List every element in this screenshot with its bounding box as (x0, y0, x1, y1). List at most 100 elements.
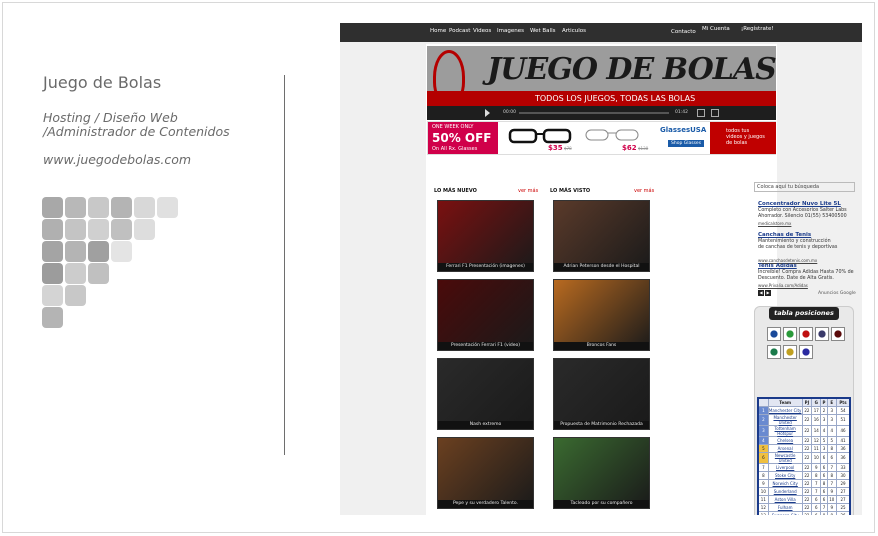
ad-offer-box: ONE WEEK ONLY 50% OFF On All Rx. Glasses (428, 122, 498, 154)
sidebar-ad-title-2[interactable]: Canchas de Tenis (758, 232, 811, 238)
video-caption[interactable]: Tacleado por su compañero (554, 500, 649, 508)
nav-right-item-0[interactable]: Contacto (671, 29, 696, 35)
search-input[interactable]: Coloca aquí tu búsqueda (754, 182, 855, 192)
col-newest-more-link[interactable]: ver más (518, 188, 538, 194)
league-logo-icon[interactable] (831, 327, 845, 341)
sidebar-ad-title-1[interactable]: Concentrador Nuvo Lite 5L (758, 201, 841, 207)
table-cell: 29 (835, 478, 851, 488)
table-cell: 22 (801, 470, 813, 480)
video-caption[interactable]: Propuesta de Matrimonio Rechazada (554, 421, 649, 429)
table-cell: 8 (826, 443, 837, 453)
sidebar-ad-url-3[interactable]: www.Privalia.com/Adidas (758, 283, 808, 288)
col-most-viewed-more-link[interactable]: ver más (634, 188, 654, 194)
table-cell: 3 (826, 413, 837, 426)
project-url[interactable]: www.juegodebolas.com (43, 152, 191, 167)
team-link[interactable]: Aston Villa (767, 494, 803, 504)
video-caption[interactable]: Broncos Fans (554, 342, 649, 350)
team-link[interactable]: Liverpool (767, 462, 803, 472)
team-link[interactable]: Manchester City (767, 405, 803, 415)
sidebar-ad-url-1[interactable]: medicalstore.mx (758, 221, 791, 226)
video-thumbnail[interactable]: Propuesta de Matrimonio Rechazada (553, 358, 650, 430)
video-thumbnail[interactable]: Adrian Peterson desde el Hospital (553, 200, 650, 272)
video-caption[interactable]: Pepe y su verdadero Talento. (438, 500, 533, 508)
league-logo-icon[interactable] (783, 345, 797, 359)
video-thumbnail[interactable]: Broncos Fans (553, 279, 650, 351)
team-link[interactable]: Arsenal (767, 443, 803, 453)
table-cell: 22 (801, 451, 813, 464)
table-cell: 9 (811, 462, 822, 472)
table-cell: 6 (811, 502, 822, 512)
team-link[interactable]: Stoke City (767, 470, 803, 480)
video-caption[interactable]: Adrian Peterson desde el Hospital (554, 263, 649, 271)
table-cell: 33 (835, 462, 851, 472)
table-cell: 22 (801, 478, 813, 488)
table-cell: 8 (811, 470, 822, 480)
table-cell: 30 (835, 470, 851, 480)
video-thumbnail[interactable]: Presentación Ferrari F1 (video) (437, 279, 534, 351)
next-arrow-icon[interactable]: ▶ (765, 290, 771, 296)
team-link[interactable]: Newcastle United (767, 451, 803, 464)
table-cell: 5 (826, 435, 837, 445)
team-link[interactable]: Fulham (767, 502, 803, 512)
nav-item-5[interactable]: Articulos (562, 28, 586, 34)
standings-header-row: Team PJ G P E Pts (757, 397, 851, 407)
nav-item-4[interactable]: Wet Balls (530, 28, 555, 34)
nav-item-0[interactable]: Home (430, 28, 446, 34)
team-link[interactable]: Chelsea (767, 435, 803, 445)
team-link[interactable]: Swansea City (767, 510, 803, 515)
table-cell: 7 (811, 478, 822, 488)
video-player-bar[interactable]: 00:00 01:42 (427, 106, 776, 120)
table-cell: 6 (811, 494, 822, 504)
glasses-ad[interactable]: ONE WEEK ONLY 50% OFF On All Rx. Glasses… (427, 121, 776, 155)
table-cell: 36 (835, 443, 851, 453)
video-caption[interactable]: Presentación Ferrari F1 (video) (438, 342, 533, 350)
mosaic-tile (88, 219, 109, 240)
team-link[interactable]: Norwich City (767, 478, 803, 488)
nav-right-item-2[interactable]: ¡Regístrate! (741, 26, 774, 32)
table-cell: 4 (757, 435, 769, 445)
team-link[interactable]: Manchester United (767, 413, 803, 426)
ad-price-1-old: $78 (564, 146, 572, 151)
league-logo-icon[interactable] (783, 327, 797, 341)
player-progress[interactable] (519, 112, 669, 114)
table-cell: 10 (811, 451, 822, 464)
table-cell: 36 (835, 451, 851, 464)
play-icon[interactable] (485, 109, 490, 117)
table-cell: 4 (826, 424, 837, 437)
nav-item-1[interactable]: Podcast (449, 28, 470, 34)
league-logo-icon[interactable] (799, 327, 813, 341)
video-caption[interactable]: Nash extremo (438, 421, 533, 429)
standings-header: PJ (801, 397, 813, 407)
fullscreen-icon[interactable] (711, 109, 719, 117)
nav-item-3[interactable]: Imagenes (497, 28, 524, 34)
table-cell: 9 (757, 478, 769, 488)
glasses-icon (585, 129, 639, 141)
table-row: 7 Liverpool 22 9 6 7 33 (757, 462, 851, 472)
video-thumbnail[interactable]: Ferrari F1 Presentación (imagenes) (437, 200, 534, 272)
video-thumbnail[interactable]: Tacleado por su compañero (553, 437, 650, 509)
site-page: JUEGO DE BOLAS TODOS LOS JUEGOS, TODAS L… (426, 44, 856, 515)
standings-header: Team (767, 397, 803, 407)
prev-arrow-icon[interactable]: ◀ (758, 290, 764, 296)
table-cell: 25 (835, 502, 851, 512)
ad-shop-button[interactable]: Shop Glasses (668, 140, 705, 147)
volume-icon[interactable] (697, 109, 705, 117)
project-cms: /Administrador de Contenidos (43, 124, 230, 139)
league-logo-icon[interactable] (799, 345, 813, 359)
team-link[interactable]: Sunderland (767, 486, 803, 496)
table-cell: 10 (826, 494, 837, 504)
team-link[interactable]: Tottenham Hotspur (767, 424, 803, 437)
league-logo-icon[interactable] (815, 327, 829, 341)
video-thumbnail[interactable]: Nash extremo (437, 358, 534, 430)
table-row: 1 Manchester City 22 17 2 3 54 (757, 405, 851, 415)
nav-item-2[interactable]: Videos (473, 28, 491, 34)
nav-right-item-1[interactable]: Mi Cuenta (702, 26, 730, 32)
mosaic-tile (42, 219, 63, 240)
table-cell: 7 (811, 486, 822, 496)
league-logo-icon[interactable] (767, 327, 781, 341)
video-thumbnail[interactable]: Pepe y su verdadero Talento. (437, 437, 534, 509)
sidebar-ad-title-3[interactable]: Tenis Adidas (758, 263, 797, 269)
video-caption[interactable]: Ferrari F1 Presentación (imagenes) (438, 263, 533, 271)
project-services: Hosting / Diseño Web (43, 110, 178, 125)
league-logo-icon[interactable] (767, 345, 781, 359)
